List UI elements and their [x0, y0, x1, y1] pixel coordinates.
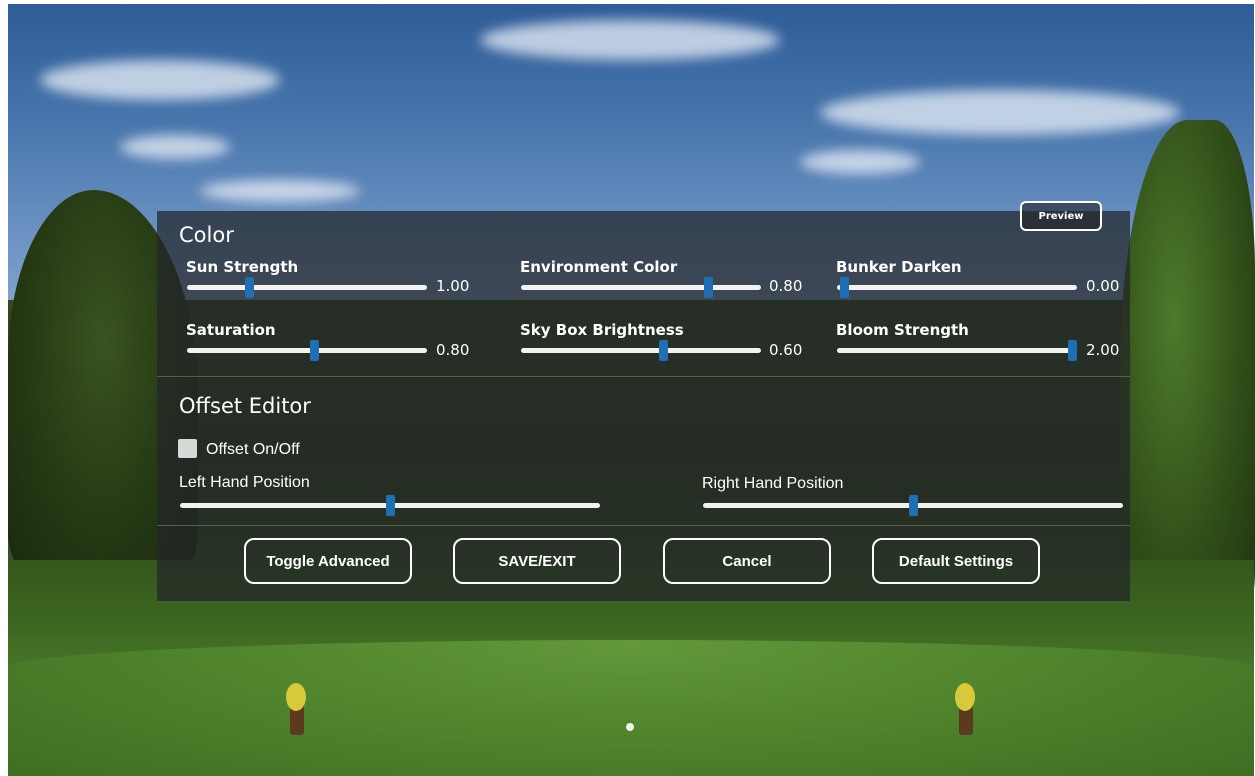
slider-thumb[interactable]	[310, 340, 320, 361]
slider-thumb[interactable]	[658, 340, 668, 361]
slider-thumb[interactable]	[386, 495, 395, 516]
save-exit-button[interactable]: SAVE/EXIT	[453, 538, 621, 584]
golf-ball	[626, 723, 634, 731]
section-divider	[157, 525, 1130, 526]
slider-thumb[interactable]	[909, 495, 918, 516]
offset-toggle-checkbox[interactable]	[178, 439, 197, 458]
right-hand-position-label: Right Hand Position	[702, 475, 844, 492]
offset-section-title: Offset Editor	[179, 394, 311, 418]
cloud	[820, 90, 1180, 135]
environment-color-label: Environment Color	[520, 258, 678, 276]
left-hand-position-label: Left Hand Position	[179, 474, 310, 491]
sky-box-brightness-slider[interactable]	[521, 340, 761, 361]
cloud	[120, 135, 230, 159]
tee-marker-right	[955, 683, 975, 735]
sky-box-brightness-value: 0.60	[769, 341, 803, 359]
cloud	[480, 20, 780, 60]
slider-thumb[interactable]	[704, 277, 714, 298]
saturation-slider[interactable]	[187, 340, 427, 361]
default-settings-button[interactable]: Default Settings	[872, 538, 1040, 584]
sun-strength-value: 1.00	[436, 277, 470, 295]
bloom-strength-value: 2.00	[1086, 341, 1120, 359]
bloom-strength-label: Bloom Strength	[836, 321, 969, 339]
saturation-value: 0.80	[436, 341, 470, 359]
cloud	[200, 180, 360, 202]
bunker-darken-label: Bunker Darken	[836, 258, 962, 276]
sun-strength-slider[interactable]	[187, 277, 427, 298]
preview-button[interactable]: Preview	[1020, 201, 1102, 231]
section-divider	[157, 376, 1130, 377]
trees-right	[1120, 120, 1255, 620]
bloom-strength-slider[interactable]	[837, 340, 1078, 361]
environment-color-slider[interactable]	[521, 277, 761, 298]
color-section-title: Color	[179, 223, 234, 247]
saturation-label: Saturation	[186, 321, 276, 339]
environment-color-value: 0.80	[769, 277, 803, 295]
bunker-darken-slider[interactable]	[837, 277, 1077, 298]
right-hand-position-slider[interactable]	[703, 495, 1123, 516]
offset-toggle-label: Offset On/Off	[206, 441, 300, 458]
bunker-darken-value: 0.00	[1086, 277, 1120, 295]
cancel-button[interactable]: Cancel	[663, 538, 831, 584]
slider-thumb[interactable]	[245, 277, 255, 298]
tee-box	[8, 640, 1254, 776]
settings-panel: Preview Color Sun Strength 1.00 Environm…	[157, 201, 1130, 601]
slider-thumb[interactable]	[840, 277, 850, 298]
slider-thumb[interactable]	[1068, 340, 1078, 361]
tee-marker-left	[286, 683, 306, 735]
left-hand-position-slider[interactable]	[180, 495, 600, 516]
sky-box-brightness-label: Sky Box Brightness	[520, 321, 684, 339]
cloud	[800, 150, 920, 174]
cloud	[40, 60, 280, 100]
toggle-advanced-button[interactable]: Toggle Advanced	[244, 538, 412, 584]
sun-strength-label: Sun Strength	[186, 258, 299, 276]
